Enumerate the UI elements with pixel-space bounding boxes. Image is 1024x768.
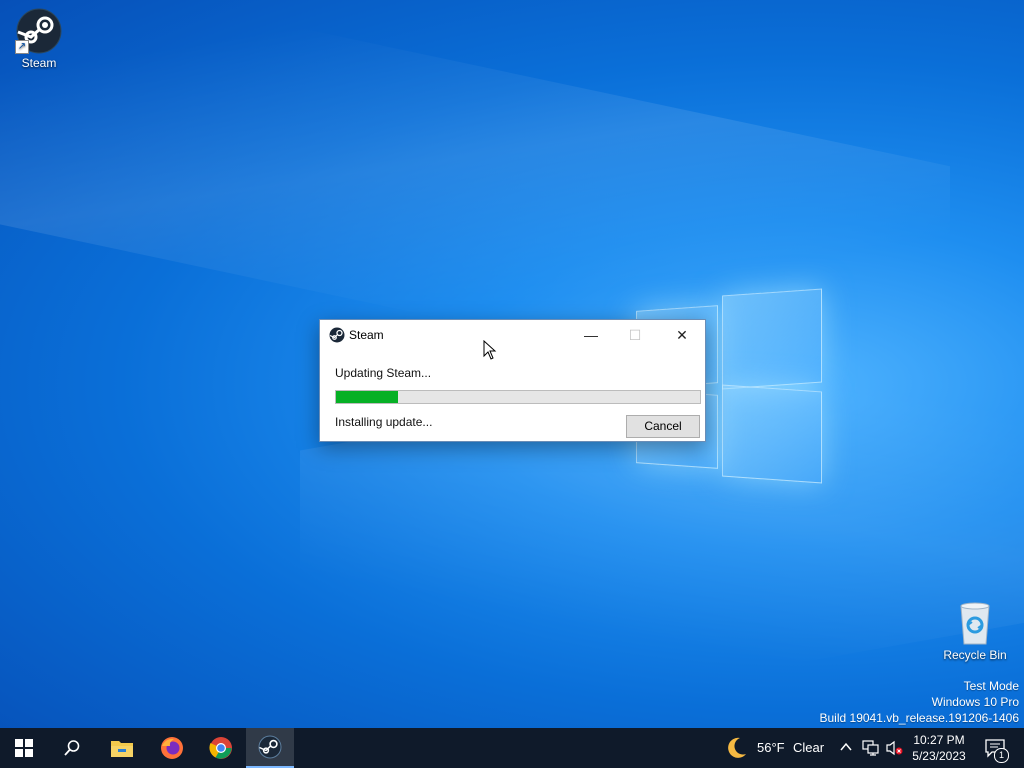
watermark-line: Test Mode [963, 679, 1019, 693]
network-button[interactable] [862, 740, 880, 761]
steam-update-dialog: Steam — ☐ ✕ Updating Steam... Installing… [319, 319, 706, 442]
weather-temperature[interactable]: 56°F [757, 740, 785, 755]
progress-fill [336, 391, 398, 403]
update-status-text: Updating Steam... [335, 366, 432, 380]
mouse-cursor-icon [483, 339, 497, 360]
clock-time: 10:27 PM [913, 733, 965, 747]
show-hidden-icons-button[interactable] [839, 740, 853, 759]
windows-start-icon [15, 739, 33, 757]
desktop-icon-label: Steam [21, 56, 57, 70]
firefox-icon [161, 737, 183, 759]
moon-icon [728, 737, 746, 758]
maximize-button: ☐ [628, 327, 642, 343]
cancel-button[interactable]: Cancel [626, 415, 700, 438]
action-center-button[interactable]: 1 [976, 728, 1024, 768]
network-icon [862, 740, 879, 756]
close-button[interactable]: ✕ [659, 320, 705, 350]
search-icon [64, 740, 80, 756]
desktop-icon-recycle-bin[interactable]: Recycle Bin [937, 600, 1013, 662]
weather-condition[interactable]: Clear [793, 740, 824, 755]
taskbar-chrome[interactable] [197, 728, 245, 768]
desktop-icon-label: Recycle Bin [943, 648, 1007, 662]
clock-date: 5/23/2023 [912, 749, 966, 763]
watermark-line: Build 19041.vb_release.191206-1406 [819, 711, 1020, 725]
dialog-titlebar[interactable]: Steam — ☐ ✕ [320, 320, 705, 350]
shortcut-arrow-icon: ↗ [15, 40, 29, 54]
notification-count-badge: 1 [994, 748, 1009, 763]
update-progress-bar [335, 390, 701, 404]
chrome-icon [209, 737, 232, 759]
chevron-up-icon [840, 742, 852, 751]
volume-button[interactable] [885, 740, 903, 761]
watermark-line: Windows 10 Pro [931, 695, 1019, 709]
update-detail-text: Installing update... [335, 415, 433, 429]
search-button[interactable] [48, 728, 96, 768]
minimize-button[interactable]: — [568, 320, 614, 350]
taskbar-steam[interactable] [246, 728, 294, 768]
steam-icon [329, 327, 345, 343]
file-explorer-icon [111, 741, 133, 757]
test-mode-watermark: Test Mode Windows 10 Pro Build 19041.vb_… [820, 678, 1020, 726]
recycle-bin-icon [952, 600, 998, 646]
dialog-title: Steam [349, 328, 384, 342]
start-button[interactable] [0, 728, 48, 768]
steam-icon [258, 735, 282, 759]
desktop-icon-steam[interactable]: ↗ Steam [1, 8, 77, 70]
taskbar-firefox[interactable] [148, 728, 196, 768]
taskbar: 56°F Clear 10:27 PM 5/23/2023 1 [0, 728, 1024, 768]
taskbar-file-explorer[interactable] [98, 728, 146, 768]
volume-muted-icon [886, 740, 903, 756]
taskbar-clock[interactable]: 10:27 PM 5/23/2023 [906, 732, 972, 764]
weather-widget[interactable] [724, 736, 748, 765]
